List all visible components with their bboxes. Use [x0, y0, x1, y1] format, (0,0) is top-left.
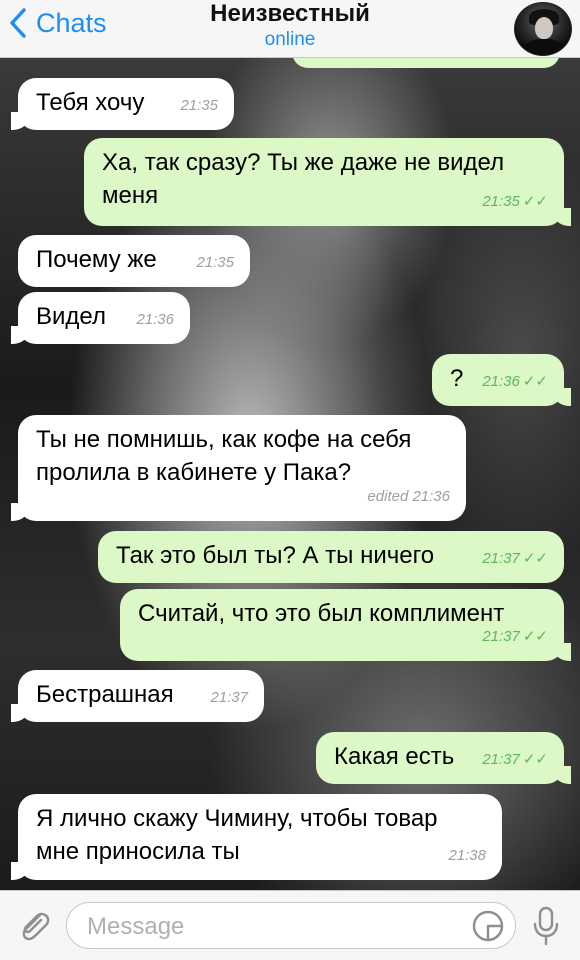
message-meta: 21:35 ✓✓	[482, 185, 548, 218]
message-time: 21:35	[482, 193, 520, 210]
message-text: Какая есть	[334, 743, 455, 770]
message-bubble-incoming[interactable]: Почему же 21:35	[18, 235, 250, 287]
message-bubble-outgoing[interactable]: Так это был ты? А ты ничего 21:37 ✓✓	[98, 531, 564, 583]
double-check-icon: ✓✓	[522, 373, 548, 390]
double-check-icon: ✓✓	[522, 751, 548, 768]
contact-status: online	[264, 29, 316, 50]
message-meta: 21:36 ✓✓	[482, 365, 548, 398]
message-text: Ха, так сразу? Ты же даже не видел меня	[102, 149, 505, 209]
message-time: 21:37	[210, 689, 248, 706]
previous-message-edge	[292, 58, 560, 68]
message-bubble-incoming[interactable]: Я лично скажу Чимину, чтобы товар мне пр…	[11, 794, 502, 880]
message-text: Тебя хочу	[36, 89, 145, 116]
chat-header: Chats Неизвестный online	[0, 0, 580, 58]
message-time: 21:37	[482, 628, 520, 645]
message-input[interactable]: Message	[66, 902, 516, 949]
message-bubble-outgoing[interactable]: Какая есть 21:37 ✓✓	[316, 732, 571, 784]
message-meta: 21:37 ✓✓	[482, 743, 548, 776]
message-composer: Message	[0, 890, 580, 960]
double-check-icon: ✓✓	[522, 628, 548, 645]
message-bubble-incoming[interactable]: Тебя хочу 21:35	[11, 78, 234, 130]
message-bubble-outgoing[interactable]: Считай, что это был комплимент 21:37 ✓✓	[120, 589, 571, 661]
message-time: 21:35	[196, 254, 234, 271]
message-list[interactable]: Тебя хочу 21:35 Ха, так сразу? Ты же даж…	[0, 58, 580, 890]
message-time: 21:36	[482, 373, 520, 390]
message-bubble-incoming[interactable]: Ты не помнишь, как кофе на себя пролила …	[11, 415, 466, 521]
message-bubble-incoming[interactable]: Бестрашная 21:37	[11, 670, 264, 722]
message-bubble-outgoing[interactable]: ? 21:36 ✓✓	[432, 354, 571, 406]
message-time: 21:37	[482, 550, 520, 567]
paperclip-icon[interactable]	[16, 907, 52, 945]
message-bubble-outgoing[interactable]: Ха, так сразу? Ты же даже не видел меня …	[84, 138, 571, 226]
message-meta: 21:37 ✓✓	[482, 542, 548, 575]
message-text: ?	[450, 365, 464, 392]
message-time: edited 21:36	[367, 488, 450, 505]
double-check-icon: ✓✓	[522, 193, 548, 210]
message-time: 21:35	[180, 97, 218, 114]
message-time: 21:37	[482, 751, 520, 768]
message-bubble-incoming[interactable]: Видел 21:36	[11, 292, 190, 344]
message-text: Считай, что это был комплимент	[138, 600, 505, 627]
message-meta: 21:37 ✓✓	[482, 620, 548, 653]
message-text: Видел	[36, 303, 106, 330]
sticker-icon[interactable]	[471, 909, 505, 943]
message-placeholder: Message	[87, 913, 185, 940]
message-text: Я лично скажу Чимину, чтобы товар мне пр…	[36, 805, 438, 865]
message-text: Бестрашная	[36, 681, 174, 708]
contact-name[interactable]: Неизвестный	[0, 0, 580, 28]
message-time: 21:36	[136, 311, 174, 328]
avatar[interactable]	[514, 2, 572, 56]
message-time: 21:38	[448, 847, 486, 864]
microphone-icon[interactable]	[530, 905, 562, 947]
message-text: Ты не помнишь, как кофе на себя пролила …	[36, 426, 412, 486]
double-check-icon: ✓✓	[522, 550, 548, 567]
message-text: Почему же	[36, 246, 157, 273]
message-text: Так это был ты? А ты ничего	[116, 542, 435, 569]
